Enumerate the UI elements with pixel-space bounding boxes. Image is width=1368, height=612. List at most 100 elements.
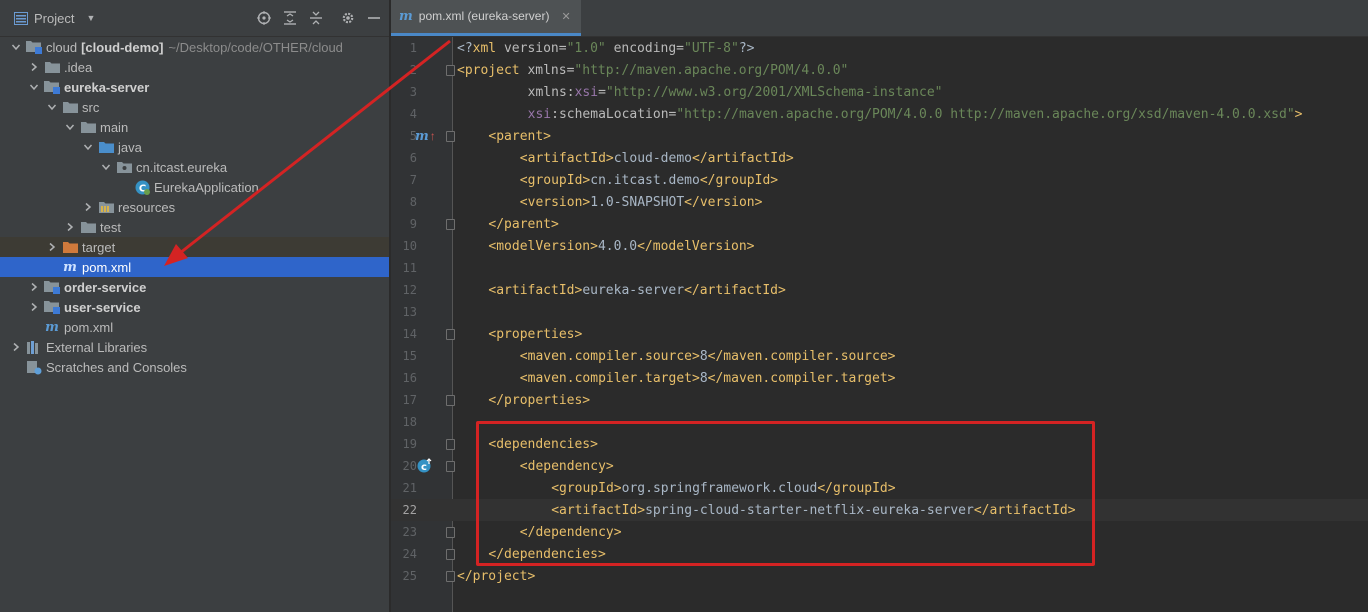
fold-marker-icon[interactable]: [446, 329, 455, 340]
code-editor[interactable]: 1 <?xml version="1.0" encoding="UTF-8"?> 2…: [391, 37, 1368, 612]
code-line[interactable]: 16 <maven.compiler.target>8</maven.compil…: [391, 367, 1368, 389]
tree-item-eurekaapplication[interactable]: C EurekaApplication: [0, 177, 389, 197]
code-line[interactable]: 3 xmlns:xsi="http://www.w3.org/2001/XMLSc…: [391, 81, 1368, 103]
spring-class-icon: C: [134, 179, 150, 195]
line-number: 5: [409, 129, 417, 143]
expand-all-icon[interactable]: [283, 11, 297, 25]
project-view-icon[interactable]: [14, 11, 28, 25]
tree-item-eureka-server[interactable]: eureka-server: [0, 77, 389, 97]
fold-marker-icon[interactable]: [446, 461, 455, 472]
tree-item-test[interactable]: test: [0, 217, 389, 237]
tree-item-order-service[interactable]: order-service: [0, 277, 389, 297]
chevron-right-icon[interactable]: [10, 341, 22, 353]
code-line[interactable]: 20 <dependency>: [391, 455, 1368, 477]
tab-label: pom.xml (eureka-server): [418, 9, 550, 23]
code-line[interactable]: 19 <dependencies>: [391, 433, 1368, 455]
line-number: 1: [409, 41, 417, 55]
tree-item-java[interactable]: java: [0, 137, 389, 157]
chevron-right-icon[interactable]: [28, 301, 40, 313]
fold-marker-icon[interactable]: [446, 131, 455, 142]
chevron-down-icon[interactable]: [46, 101, 58, 113]
fold-marker-icon[interactable]: [446, 65, 455, 76]
fold-marker-icon[interactable]: [446, 219, 455, 230]
fold-marker-icon[interactable]: [446, 571, 455, 582]
chevron-down-icon[interactable]: [10, 41, 22, 53]
tree-item-label: java: [118, 139, 142, 155]
source-folder-icon: [98, 139, 114, 155]
line-number: 19: [402, 437, 417, 451]
code-line[interactable]: 15 <maven.compiler.source>8</maven.compil…: [391, 345, 1368, 367]
spring-bean-icon[interactable]: c: [417, 455, 433, 477]
chevron-down-icon[interactable]: [82, 141, 94, 153]
fold-marker-icon[interactable]: [446, 549, 455, 560]
code-line[interactable]: 17 </properties>: [391, 389, 1368, 411]
code-text: <modelVersion>4.0.0</modelVersion>: [488, 238, 755, 254]
code-line[interactable]: 9 </parent>: [391, 213, 1368, 235]
code-text: </properties>: [488, 392, 591, 408]
tree-item-cloud[interactable]: cloud [cloud-demo] ~/Desktop/code/OTHER/cl…: [0, 37, 389, 57]
code-text: <version>1.0-SNAPSHOT</version>: [519, 194, 763, 210]
chevron-down-icon[interactable]: [100, 161, 112, 173]
hide-panel-icon[interactable]: [367, 11, 381, 25]
line-number: 15: [402, 349, 417, 363]
chevron-right-icon[interactable]: [28, 281, 40, 293]
project-tree[interactable]: cloud [cloud-demo] ~/Desktop/code/OTHER/cl…: [0, 37, 389, 377]
tree-item-pom-xml[interactable]: m pom.xml: [0, 317, 389, 337]
code-line[interactable]: 12 <artifactId>eureka-server</artifactId>: [391, 279, 1368, 301]
tree-item-cn-itcast-eureka[interactable]: cn.itcast.eureka: [0, 157, 389, 177]
project-name-label: [cloud-demo]: [81, 39, 164, 55]
code-line[interactable]: 23 </dependency>: [391, 521, 1368, 543]
tree-item-user-service[interactable]: user-service: [0, 297, 389, 317]
chevron-down-icon[interactable]: ▼: [86, 13, 95, 23]
code-line[interactable]: 8 <version>1.0-SNAPSHOT</version>: [391, 191, 1368, 213]
code-line[interactable]: 2 <project xmlns="http://maven.apache.org…: [391, 59, 1368, 81]
libraries-icon: [26, 339, 42, 355]
code-line[interactable]: 4 xsi:schemaLocation="http://maven.apache…: [391, 103, 1368, 125]
line-number: 17: [402, 393, 417, 407]
close-icon[interactable]: ✕: [561, 10, 570, 23]
code-line[interactable]: 18: [391, 411, 1368, 433]
code-line[interactable]: 25 </project>: [391, 565, 1368, 587]
fold-marker-icon[interactable]: [446, 527, 455, 538]
code-line[interactable]: 5 <parent>: [391, 125, 1368, 147]
maven-parent-icon[interactable]: m ↑: [415, 125, 436, 147]
chevron-down-icon[interactable]: [64, 121, 76, 133]
chevron-right-icon[interactable]: [82, 201, 94, 213]
code-line[interactable]: 21 <groupId>org.springframework.cloud</gr…: [391, 477, 1368, 499]
chevron-down-icon[interactable]: [28, 81, 40, 93]
line-number: 10: [402, 239, 417, 253]
chevron-right-icon[interactable]: [28, 61, 40, 73]
code-text: </dependencies>: [488, 546, 606, 562]
chevron-right-icon[interactable]: [46, 241, 58, 253]
fold-marker-icon[interactable]: [446, 439, 455, 450]
select-opened-file-icon[interactable]: [257, 11, 271, 25]
code-line[interactable]: 13: [391, 301, 1368, 323]
gear-icon[interactable]: [341, 11, 355, 25]
code-text: </project>: [457, 568, 536, 584]
tab-pom-xml[interactable]: m pom.xml (eureka-server) ✕: [391, 0, 581, 36]
tree-item-label: .idea: [64, 59, 93, 75]
tree-item-src[interactable]: src: [0, 97, 389, 117]
code-line[interactable]: 6 <artifactId>cloud-demo</artifactId>: [391, 147, 1368, 169]
code-text: </parent>: [488, 216, 559, 232]
code-line[interactable]: 14 <properties>: [391, 323, 1368, 345]
code-line[interactable]: 1 <?xml version="1.0" encoding="UTF-8"?>: [391, 37, 1368, 59]
tree-item-label: External Libraries: [46, 339, 148, 355]
tree-item-target[interactable]: target: [0, 237, 389, 257]
tree-item-resources[interactable]: resources: [0, 197, 389, 217]
code-line[interactable]: 24 </dependencies>: [391, 543, 1368, 565]
code-line[interactable]: 11: [391, 257, 1368, 279]
tree-item-idea[interactable]: .idea: [0, 57, 389, 77]
code-line[interactable]: 10 <modelVersion>4.0.0</modelVersion>: [391, 235, 1368, 257]
code-line[interactable]: 22 <artifactId>spring-cloud-starter-netfl…: [391, 499, 1368, 521]
fold-marker-icon[interactable]: [446, 395, 455, 406]
tree-item-pom-xml[interactable]: m pom.xml: [0, 257, 389, 277]
folder-icon: [80, 119, 96, 135]
code-line[interactable]: 7 <groupId>cn.itcast.demo</groupId>: [391, 169, 1368, 191]
tree-item-scratches-and-consoles[interactable]: Scratches and Consoles: [0, 357, 389, 377]
tree-item-main[interactable]: main: [0, 117, 389, 137]
collapse-all-icon[interactable]: [309, 11, 323, 25]
tree-item-external-libraries[interactable]: External Libraries: [0, 337, 389, 357]
project-panel-title[interactable]: Project: [34, 11, 74, 26]
chevron-right-icon[interactable]: [64, 221, 76, 233]
